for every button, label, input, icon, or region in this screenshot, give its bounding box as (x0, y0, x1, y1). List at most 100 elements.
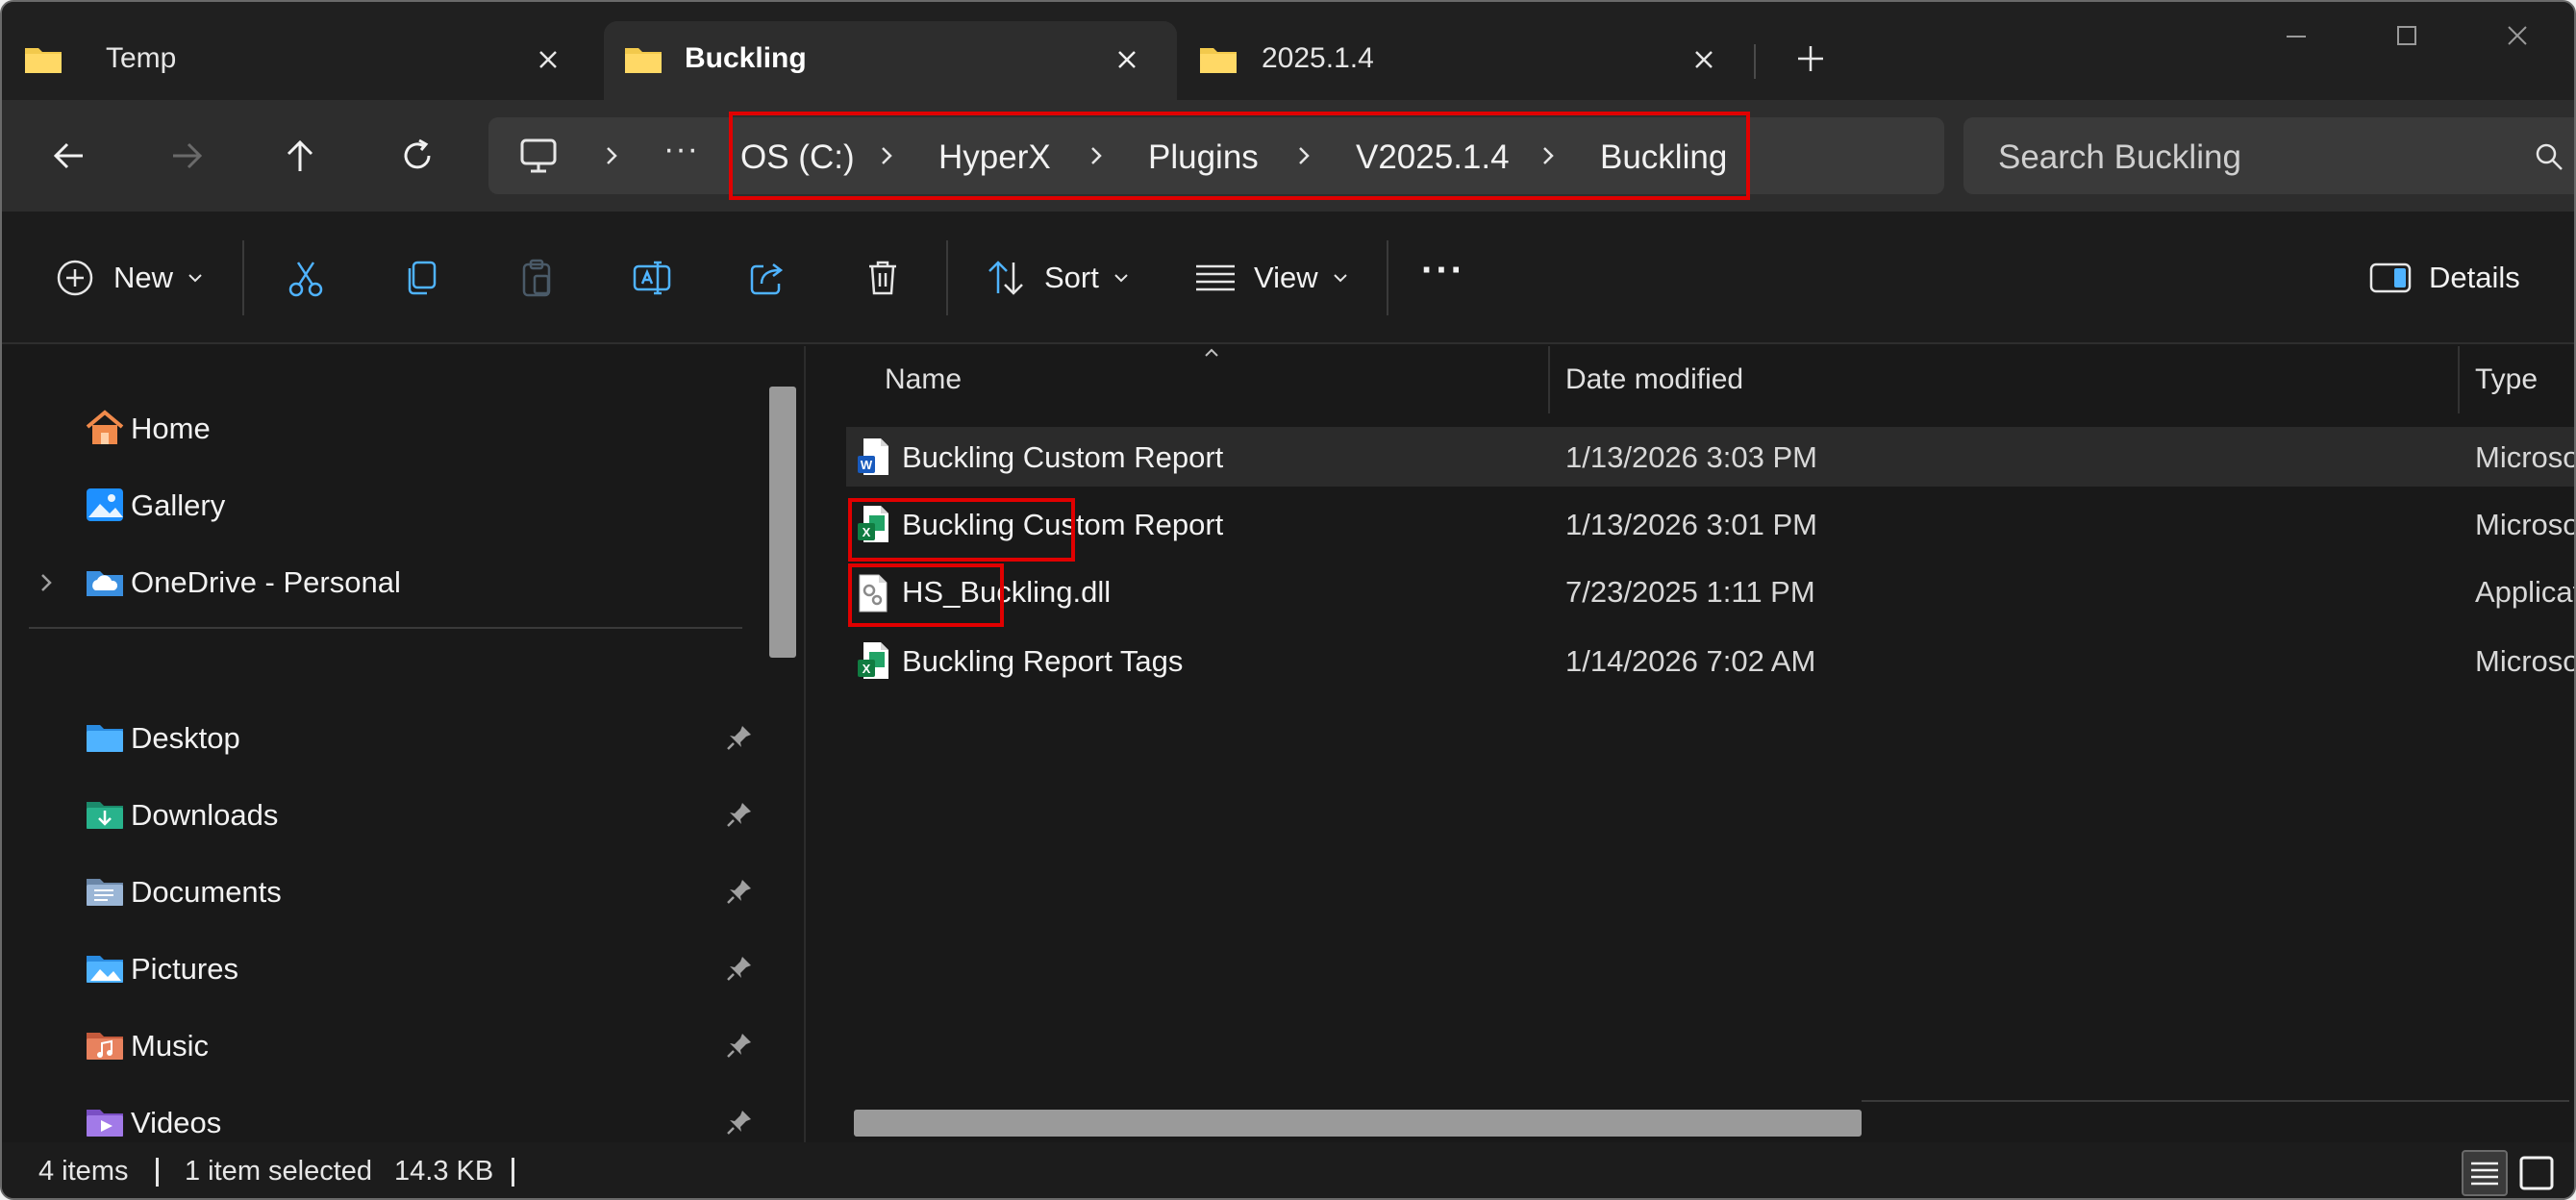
scissors-icon (288, 262, 323, 297)
chevron-down-icon (188, 274, 202, 283)
status-separator (512, 1158, 514, 1187)
pin-icon[interactable] (725, 954, 754, 983)
onedrive-icon (87, 571, 123, 596)
breadcrumb-overflow[interactable]: ··· (663, 131, 699, 168)
sidebar-item-documents[interactable]: Documents (2, 862, 762, 921)
large-icons-view-icon[interactable] (2513, 1150, 2560, 1196)
sort-button[interactable]: Sort (985, 254, 1130, 302)
folder-icon (25, 48, 62, 73)
pin-icon[interactable] (725, 1108, 754, 1137)
cut-button[interactable] (285, 254, 327, 302)
more-options-icon: ··· (1421, 248, 1465, 291)
sidebar-item-pictures[interactable]: Pictures (2, 938, 762, 998)
tab-buckling[interactable]: Buckling (604, 21, 1177, 100)
new-tab-icon[interactable] (1792, 40, 1829, 77)
sort-icon (988, 261, 1023, 295)
sidebar-item-label: Gallery (131, 488, 226, 522)
file-name[interactable]: Buckling Report Tags (902, 644, 1183, 679)
tab-bar: Temp Buckling 2025.1.4 (2, 2, 2574, 100)
file-type: Microsoft Excel Worksheet (2475, 644, 2574, 678)
pin-icon[interactable] (725, 800, 754, 829)
details-view-icon[interactable] (2462, 1150, 2508, 1196)
selection-size: 14.3 KB (394, 1156, 494, 1187)
share-button[interactable] (746, 254, 788, 302)
close-window-icon[interactable] (2498, 19, 2537, 54)
word-file-icon: W (858, 438, 888, 475)
search-input[interactable]: Search Buckling (1998, 138, 2241, 177)
toolbar-separator (242, 240, 244, 315)
pin-icon[interactable] (725, 877, 754, 906)
file-date: 7/23/2025 1:11 PM (1565, 575, 1815, 609)
chevron-down-icon (1333, 274, 1347, 283)
this-pc-icon[interactable] (517, 137, 560, 175)
maximize-icon[interactable] (2387, 19, 2425, 54)
list-view-icon (1196, 264, 1235, 291)
sidebar-scrollbar-thumb[interactable] (769, 387, 796, 658)
sidebar-item-music[interactable]: Music (2, 1015, 762, 1075)
search-box[interactable]: Search Buckling (1963, 117, 2574, 194)
file-date: 1/13/2026 3:01 PM (1565, 508, 1817, 541)
status-separator (156, 1158, 159, 1187)
sidebar-item-home[interactable]: Home (2, 398, 762, 458)
column-divider[interactable] (1548, 346, 1550, 413)
up-arrow-icon[interactable] (277, 133, 323, 179)
pin-icon[interactable] (725, 723, 754, 752)
sidebar-item-label: Videos (131, 1106, 222, 1139)
sidebar-item-label: Downloads (131, 798, 279, 832)
file-date: 1/13/2026 3:03 PM (1565, 440, 1817, 474)
delete-button[interactable] (862, 254, 904, 302)
sidebar-item-gallery[interactable]: Gallery (2, 475, 762, 535)
column-divider[interactable] (2458, 346, 2460, 413)
more-options-button[interactable]: ··· (1421, 249, 1465, 302)
pin-icon[interactable] (725, 1031, 754, 1060)
copy-button[interactable] (400, 254, 442, 302)
close-tab-icon[interactable] (531, 42, 565, 77)
home-icon (86, 410, 124, 444)
tab-label: Temp (106, 42, 177, 74)
pictures-folder-icon (87, 956, 123, 983)
copy-icon (408, 261, 437, 295)
paste-button[interactable] (515, 254, 558, 302)
file-list: Name Date modified Type W Buckling Custo… (808, 346, 2574, 1142)
horizontal-scrollbar-track (1862, 1100, 2569, 1102)
file-type: Application extension (2475, 575, 2574, 609)
file-name[interactable]: Buckling Custom Report (902, 440, 1223, 475)
sidebar-item-desktop[interactable]: Desktop (2, 708, 762, 767)
column-header-type[interactable]: Type (2475, 363, 2538, 396)
file-date: 1/14/2026 7:02 AM (1565, 644, 1816, 678)
music-folder-icon (87, 1033, 123, 1060)
sidebar-item-onedrive[interactable]: OneDrive - Personal (2, 552, 762, 612)
details-pane-button[interactable]: Details (2369, 254, 2520, 302)
sidebar-item-label: Pictures (131, 952, 238, 986)
horizontal-scrollbar-thumb[interactable] (854, 1110, 1862, 1137)
downloads-folder-icon (87, 802, 123, 829)
search-icon[interactable] (2533, 140, 2565, 173)
tab-label: 2025.1.4 (1262, 42, 1374, 74)
refresh-icon[interactable] (394, 133, 440, 179)
sidebar-item-label: Documents (131, 875, 282, 909)
file-highlight-box (848, 563, 1004, 627)
tab-temp[interactable]: Temp (2, 21, 579, 100)
minimize-icon[interactable] (2277, 19, 2315, 54)
sort-ascending-icon (1205, 348, 1218, 357)
sidebar-item-downloads[interactable]: Downloads (2, 785, 762, 844)
close-tab-icon[interactable] (1110, 42, 1144, 77)
documents-folder-icon (87, 879, 123, 906)
forward-arrow-icon[interactable] (163, 133, 210, 179)
column-header-date[interactable]: Date modified (1565, 363, 1743, 396)
item-count: 4 items (38, 1156, 129, 1187)
tab-label: Buckling (685, 42, 807, 74)
svg-text:W: W (861, 458, 873, 472)
column-header-name[interactable]: Name (885, 363, 962, 396)
chevron-right-icon[interactable] (38, 571, 54, 594)
view-button[interactable]: View (1194, 254, 1349, 302)
back-arrow-icon[interactable] (46, 133, 92, 179)
close-tab-icon[interactable] (1687, 42, 1721, 77)
rename-button[interactable] (631, 254, 673, 302)
tab-2025-1-4[interactable]: 2025.1.4 (1177, 21, 1754, 100)
new-button[interactable]: New (54, 254, 204, 302)
sort-label: Sort (1044, 261, 1099, 294)
sidebar-item-label: Desktop (131, 721, 240, 755)
file-explorer-window: Temp Buckling 2025.1.4 ··· OS (C:) Hyper… (0, 0, 2576, 1200)
chevron-right-icon[interactable] (600, 142, 623, 169)
